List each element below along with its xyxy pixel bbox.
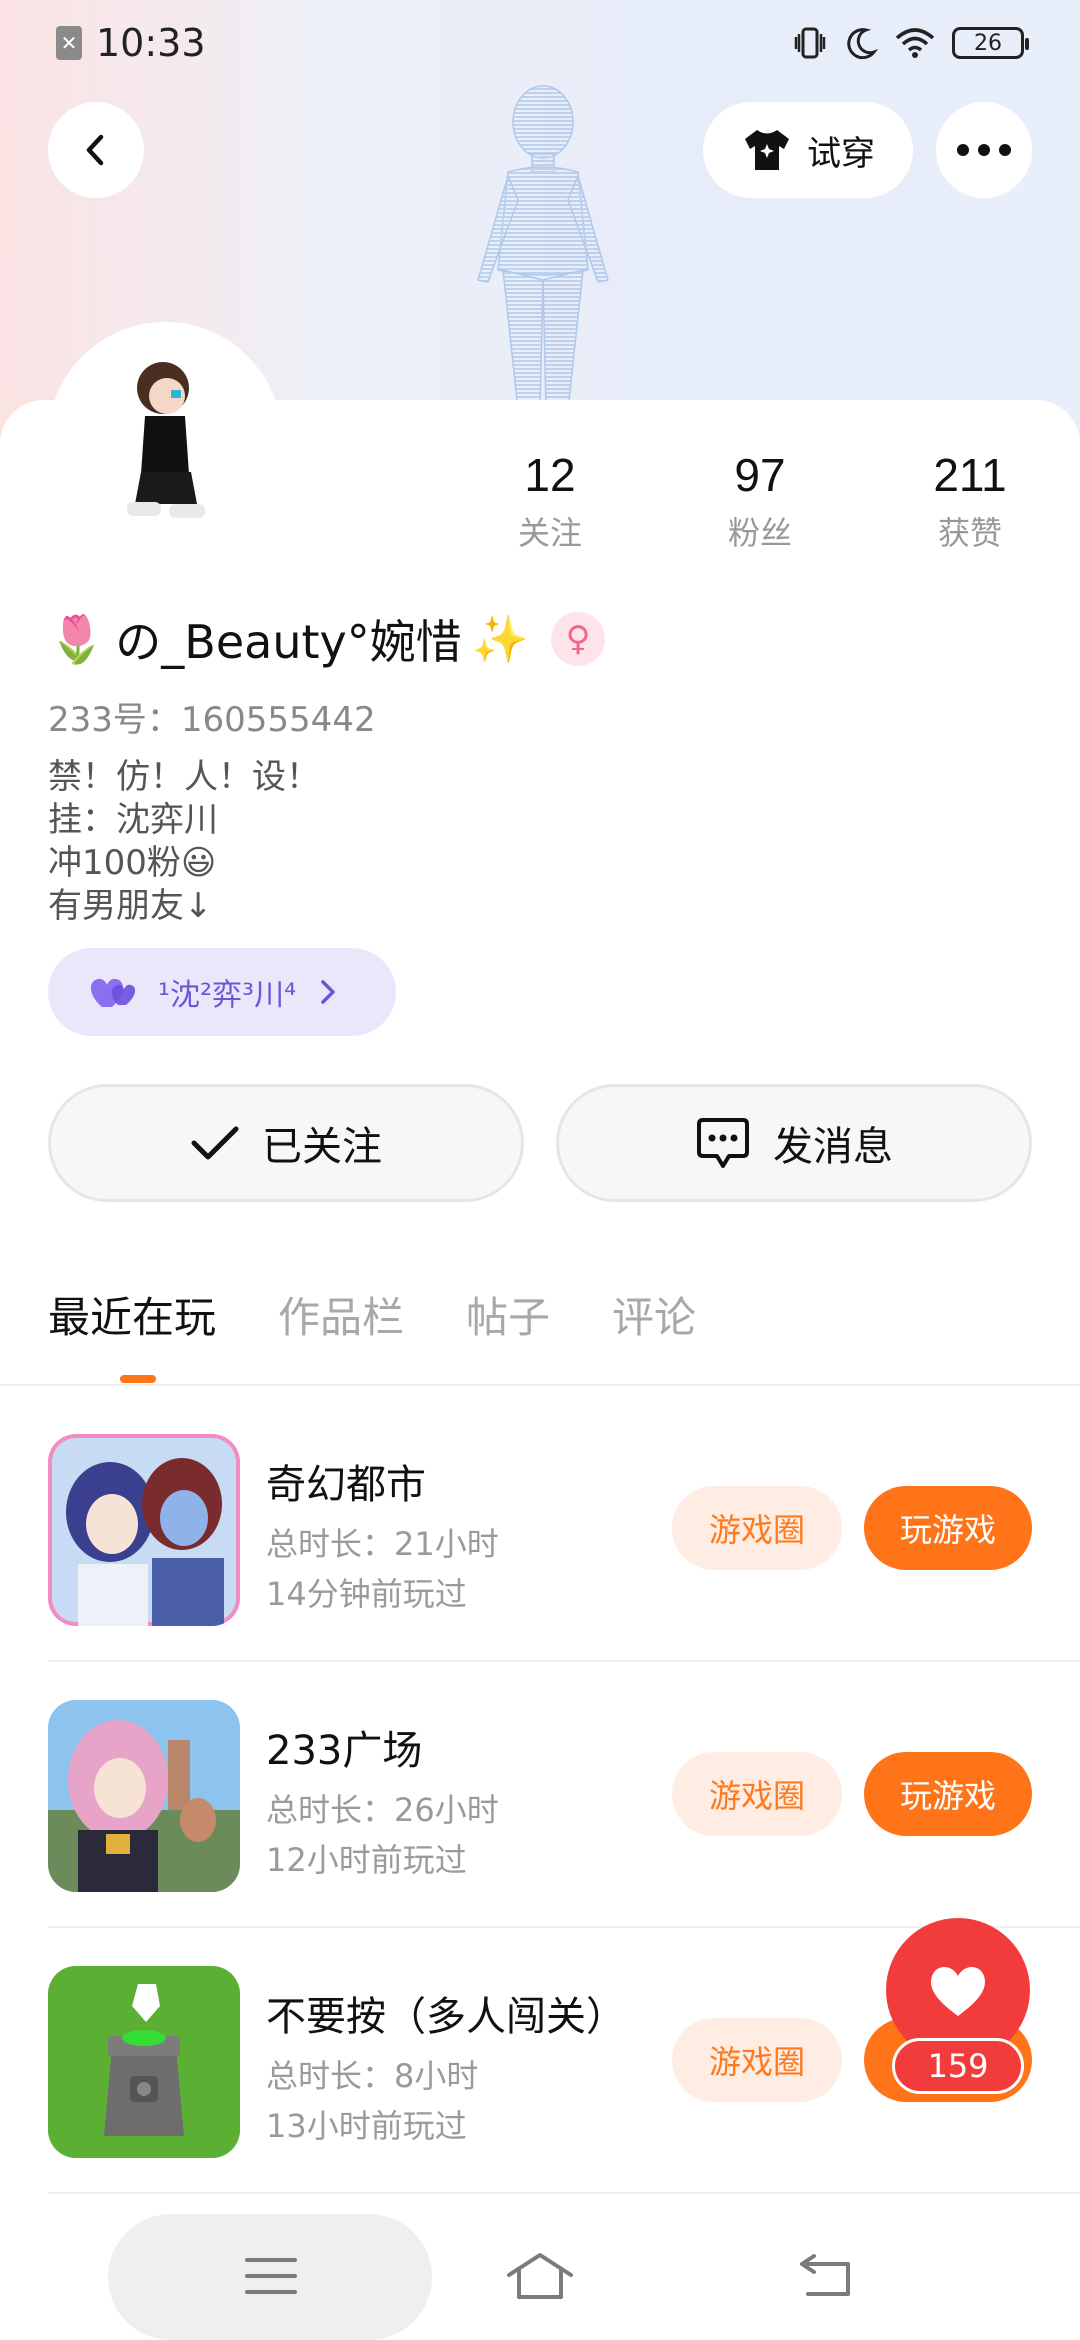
stat-fans-label: 粉丝 <box>727 514 792 552</box>
profile-stats: 12 关注 97 粉丝 211 获赞 <box>480 448 1040 554</box>
cp-partner-link[interactable]: ¹沈²弈³川⁴ <box>48 948 396 1036</box>
game-thumbnail[interactable] <box>48 1700 240 1892</box>
game-list-item[interactable]: 不要按（多人闯关） 总时长：8小时 13小时前玩过 游戏圈 玩游戏 <box>48 1966 1032 2158</box>
tab-works[interactable]: 作品栏 <box>278 1284 404 1345</box>
bio-line: 禁！仿！人！设！ <box>48 757 320 797</box>
system-nav-bar <box>0 2196 1080 2340</box>
list-divider <box>48 1660 1080 1662</box>
game-title: 不要按（多人闯关） <box>266 1994 626 2040</box>
game-last-played: 12小时前玩过 <box>266 1841 467 1879</box>
home-icon <box>507 2253 573 2299</box>
profile-name: の_Beauty°婉惜 <box>115 615 462 669</box>
status-bar: ✕ 10:33 26 <box>0 0 1080 86</box>
game-thumbnail-image <box>48 1434 240 1626</box>
try-on-label: 试穿 <box>807 133 875 174</box>
game-duration: 总时长：8小时 <box>266 2057 479 2095</box>
stat-following-value: 12 <box>524 449 576 501</box>
more-dots-icon <box>957 144 1011 156</box>
game-last-played: 14分钟前玩过 <box>266 1575 467 1613</box>
play-game-button[interactable]: 玩游戏 <box>864 1486 1032 1570</box>
game-last-played: 13小时前玩过 <box>266 2107 467 2145</box>
vibrate-icon <box>794 27 826 59</box>
bio-line: 冲100粉😃 <box>48 843 217 883</box>
chevron-left-icon <box>86 134 104 166</box>
play-game-button[interactable]: 玩游戏 <box>864 1752 1032 1836</box>
back-button[interactable] <box>48 102 144 198</box>
send-message-label: 发消息 <box>773 1124 893 1170</box>
tabs-divider <box>0 1384 1080 1386</box>
heart-icon <box>931 1967 985 2016</box>
game-thumbnail[interactable] <box>48 1434 240 1626</box>
stat-fans-value: 97 <box>734 449 786 501</box>
profile-bio: 禁！仿！人！设！ 挂：沈弈川 冲100粉😃 有男朋友↓ <box>48 756 320 928</box>
game-circle-button[interactable]: 游戏圈 <box>672 1486 842 1570</box>
profile-name-row: 🌷 の_Beauty°婉惜 ✨ ♀ <box>48 606 606 672</box>
game-circle-button[interactable]: 游戏圈 <box>672 1752 842 1836</box>
menu-lines-icon <box>245 2258 297 2294</box>
game-info: 233广场 总时长：26小时 12小时前玩过 <box>266 1718 499 1880</box>
game-list-item[interactable]: 奇幻都市 总时长：21小时 14分钟前玩过 游戏圈 玩游戏 <box>48 1434 1032 1626</box>
home-button[interactable] <box>505 2246 575 2306</box>
active-tab-indicator <box>120 1375 156 1383</box>
status-time: 10:33 <box>96 21 206 65</box>
tab-posts[interactable]: 帖子 <box>466 1284 550 1345</box>
battery-level: 26 <box>974 30 1002 56</box>
game-list-item[interactable]: 233广场 总时长：26小时 12小时前玩过 游戏圈 玩游戏 <box>48 1700 1032 1892</box>
chat-bubble-icon <box>697 1118 749 1168</box>
double-heart-icon <box>90 978 136 1007</box>
bio-line: 挂：沈弈川 <box>48 800 218 840</box>
wifi-icon <box>895 28 935 58</box>
followed-button[interactable]: 已关注 <box>48 1084 524 1202</box>
female-gender-icon: ♀ <box>551 612 606 666</box>
game-circle-button[interactable]: 游戏圈 <box>672 2018 842 2102</box>
game-title: 233广场 <box>266 1728 423 1774</box>
tab-comments[interactable]: 评论 <box>612 1284 696 1345</box>
tab-recently-played[interactable]: 最近在玩 <box>48 1284 216 1345</box>
dnd-moon-icon <box>847 28 878 60</box>
game-title: 奇幻都市 <box>266 1462 426 1508</box>
game-duration: 总时长：26小时 <box>266 1791 499 1829</box>
stat-following-label: 关注 <box>517 514 582 552</box>
recent-apps-button[interactable] <box>236 2246 306 2306</box>
stat-following[interactable]: 12 关注 <box>480 448 620 554</box>
game-thumbnail[interactable] <box>48 1966 240 2158</box>
bio-line: 有男朋友↓ <box>48 886 213 926</box>
hologram-avatar-figure <box>477 85 609 410</box>
like-count: 159 <box>892 2038 1024 2094</box>
battery-icon: 26 <box>952 27 1029 59</box>
sparkles-emoji: ✨ <box>471 611 530 666</box>
back-nav-button[interactable] <box>790 2246 860 2306</box>
avatar[interactable] <box>48 322 282 556</box>
list-divider <box>48 2192 1080 2194</box>
cp-name: ¹沈²弈³川⁴ <box>158 978 297 1013</box>
check-icon <box>191 1126 239 1160</box>
game-info: 不要按（多人闯关） 总时长：8小时 13小时前玩过 <box>266 1984 626 2146</box>
user-id[interactable]: 233号：160555442 <box>48 692 376 741</box>
game-duration: 总时长：21小时 <box>266 1525 499 1563</box>
send-message-button[interactable]: 发消息 <box>556 1084 1032 1202</box>
game-thumbnail-image <box>48 1966 240 2158</box>
game-thumbnail-image <box>48 1700 240 1892</box>
tulip-emoji: 🌷 <box>48 611 106 666</box>
avatar-image <box>127 362 205 518</box>
more-button[interactable] <box>936 102 1032 198</box>
return-icon <box>800 2254 850 2296</box>
followed-label: 已关注 <box>262 1124 382 1170</box>
stat-likes-label: 获赞 <box>937 514 1002 552</box>
try-on-button[interactable]: 试穿 <box>703 102 913 198</box>
stat-fans[interactable]: 97 粉丝 <box>690 448 830 554</box>
chevron-right-icon <box>321 980 335 1004</box>
shirt-icon <box>745 130 789 170</box>
sim-off-icon: ✕ <box>56 26 82 60</box>
profile-tabs: 最近在玩 作品栏 帖子 评论 <box>48 1284 696 1345</box>
stat-likes-value: 211 <box>933 449 1007 501</box>
stat-likes[interactable]: 211 获赞 <box>900 448 1040 554</box>
game-info: 奇幻都市 总时长：21小时 14分钟前玩过 <box>266 1452 499 1614</box>
